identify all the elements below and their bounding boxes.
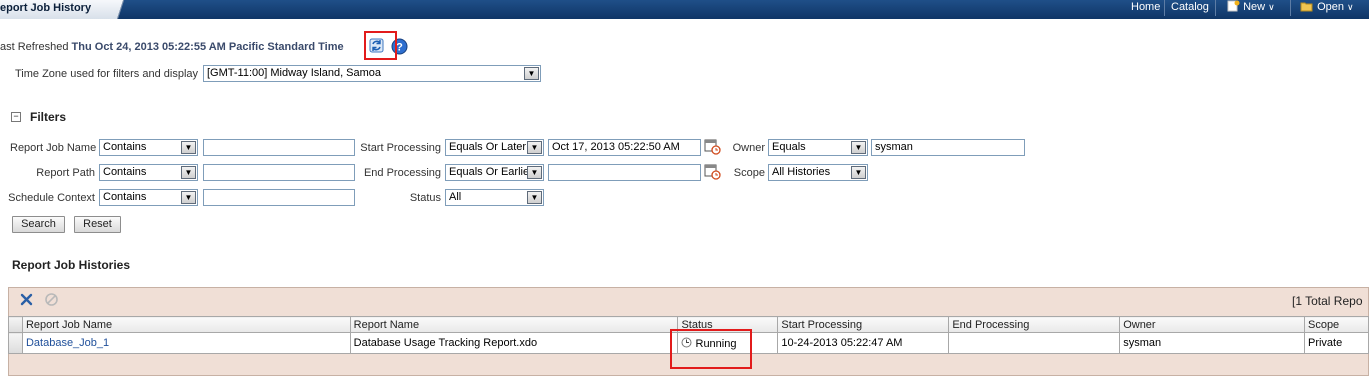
- collapse-icon[interactable]: −: [11, 112, 21, 122]
- cancel-icon[interactable]: [44, 292, 59, 307]
- schedule-context-operator[interactable]: Contains ▼: [99, 189, 198, 206]
- histories-heading: Report Job Histories: [12, 258, 131, 272]
- nav-separator: [1215, 0, 1216, 16]
- open-menu-label: Open: [1317, 1, 1344, 13]
- chevron-down-icon[interactable]: ▼: [527, 141, 542, 154]
- report-path-input[interactable]: [203, 164, 355, 181]
- schedule-context-input[interactable]: [203, 189, 355, 206]
- last-refreshed-timestamp: Thu Oct 24, 2013 05:22:55 AM Pacific Sta…: [71, 41, 344, 53]
- chevron-down-icon[interactable]: ▼: [181, 166, 196, 179]
- job-name-cell: Database_Job_1: [21, 332, 351, 354]
- home-link[interactable]: Home: [1131, 0, 1160, 19]
- search-button[interactable]: Search: [12, 216, 65, 233]
- filters-heading: Filters: [30, 110, 67, 124]
- chevron-down-icon[interactable]: ▼: [851, 141, 866, 154]
- report-job-name-label: Report Job Name: [10, 142, 97, 154]
- operator-value: Equals Or Earlie: [449, 166, 530, 178]
- refresh-highlight: [364, 31, 397, 60]
- row-selector-header: [8, 316, 23, 333]
- catalog-link[interactable]: Catalog: [1171, 0, 1209, 19]
- chevron-down-icon[interactable]: ▼: [527, 191, 542, 204]
- owner-operator[interactable]: Equals ▼: [768, 139, 868, 156]
- col-start-processing[interactable]: Start Processing: [777, 316, 950, 333]
- timezone-select[interactable]: [GMT-11:00] Midway Island, Samoa ▼: [203, 65, 541, 82]
- operator-value: Contains: [103, 191, 147, 203]
- schedule-context-label: Schedule Context: [8, 192, 95, 204]
- end-processing-input[interactable]: [548, 164, 701, 181]
- new-menu[interactable]: New ∨: [1227, 0, 1275, 19]
- last-refreshed-label: ast Refreshed: [0, 41, 69, 53]
- new-icon: [1227, 0, 1243, 13]
- page-title: eport Job History: [0, 2, 92, 14]
- folder-icon: [1300, 1, 1317, 13]
- total-rows: [1 Total Repo: [1292, 294, 1363, 308]
- report-job-name-input[interactable]: [203, 139, 355, 156]
- scope-cell: Private: [1303, 332, 1369, 354]
- scope-select[interactable]: All Histories ▼: [768, 164, 868, 181]
- chevron-down-icon: ∨: [1268, 2, 1275, 12]
- end-cell: [948, 332, 1121, 354]
- owner-label: Owner: [732, 142, 765, 154]
- chevron-down-icon: ∨: [1346, 2, 1354, 12]
- chevron-down-icon[interactable]: ▼: [851, 166, 866, 179]
- report-job-name-operator[interactable]: Contains ▼: [99, 139, 198, 156]
- col-owner[interactable]: Owner: [1119, 316, 1305, 333]
- start-processing-operator[interactable]: Equals Or Later ▼: [445, 139, 544, 156]
- new-menu-label: New: [1243, 1, 1266, 13]
- scope-label: Scope: [733, 167, 765, 179]
- calendar-icon[interactable]: [704, 138, 721, 155]
- operator-value: Contains: [103, 141, 147, 153]
- status-highlight: [670, 329, 752, 369]
- owner-input[interactable]: sysman: [871, 139, 1025, 156]
- start-processing-input[interactable]: Oct 17, 2013 05:22:50 AM: [548, 139, 701, 156]
- timezone-label: Time Zone used for filters and display: [15, 68, 199, 80]
- col-end-processing[interactable]: End Processing: [948, 316, 1121, 333]
- status-value: All: [449, 191, 462, 203]
- report-path-operator[interactable]: Contains ▼: [99, 164, 198, 181]
- col-report-job-name[interactable]: Report Job Name: [21, 316, 351, 333]
- calendar-icon[interactable]: [704, 163, 721, 180]
- status-label: Status: [409, 192, 441, 204]
- delete-icon[interactable]: [19, 292, 34, 307]
- svg-text:?: ?: [396, 42, 403, 54]
- col-report-name[interactable]: Report Name: [349, 316, 679, 333]
- open-menu[interactable]: Open ∨: [1300, 0, 1354, 19]
- chevron-down-icon[interactable]: ▼: [181, 141, 196, 154]
- job-name-link[interactable]: Database_Job_1: [26, 337, 109, 349]
- reset-button[interactable]: Reset: [74, 216, 121, 233]
- report-name-cell: Database Usage Tracking Report.xdo: [349, 332, 679, 354]
- row-selector[interactable]: [8, 332, 23, 354]
- chevron-down-icon[interactable]: ▼: [181, 191, 196, 204]
- col-scope[interactable]: Scope: [1303, 316, 1369, 333]
- nav-separator: [1290, 0, 1291, 16]
- end-processing-operator[interactable]: Equals Or Earlie ▼: [445, 164, 544, 181]
- nav-separator: [1164, 0, 1165, 16]
- status-select[interactable]: All ▼: [445, 189, 544, 206]
- operator-value: Equals Or Later: [449, 141, 527, 153]
- last-refreshed: ast Refreshed Thu Oct 24, 2013 05:22:55 …: [0, 41, 344, 53]
- report-path-label: Report Path: [36, 167, 95, 179]
- chevron-down-icon[interactable]: ▼: [527, 166, 542, 179]
- start-cell: 10-24-2013 05:22:47 AM: [777, 332, 950, 354]
- operator-value: Equals: [772, 141, 806, 153]
- start-processing-label: Start Processing: [360, 142, 441, 154]
- end-processing-label: End Processing: [363, 167, 441, 179]
- scope-value: All Histories: [772, 166, 831, 178]
- operator-value: Contains: [103, 166, 147, 178]
- owner-cell: sysman: [1119, 332, 1305, 354]
- timezone-value: [GMT-11:00] Midway Island, Samoa: [207, 67, 382, 79]
- chevron-down-icon[interactable]: ▼: [524, 67, 539, 80]
